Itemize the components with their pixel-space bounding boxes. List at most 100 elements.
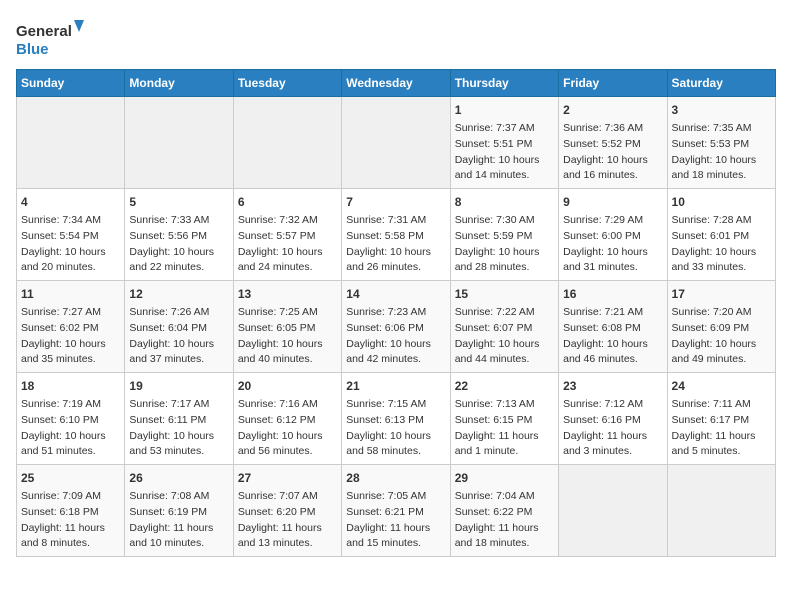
day-info: Sunrise: 7:05 AMSunset: 6:21 PMDaylight:… — [346, 489, 445, 552]
calendar-cell: 7 Sunrise: 7:31 AMSunset: 5:58 PMDaylight… — [342, 189, 450, 281]
calendar-cell: 28 Sunrise: 7:05 AMSunset: 6:21 PMDayligh… — [342, 465, 450, 557]
calendar-cell: 11 Sunrise: 7:27 AMSunset: 6:02 PMDayligh… — [17, 281, 125, 373]
day-number: 18 — [21, 377, 120, 395]
day-number: 28 — [346, 469, 445, 487]
calendar-cell: 15 Sunrise: 7:22 AMSunset: 6:07 PMDayligh… — [450, 281, 558, 373]
day-info: Sunrise: 7:20 AMSunset: 6:09 PMDaylight:… — [672, 305, 771, 368]
day-number: 8 — [455, 193, 554, 211]
day-number: 17 — [672, 285, 771, 303]
calendar-week-row: 1Sunrise: 7:37 AMSunset: 5:51 PMDaylight… — [17, 97, 776, 189]
calendar-week-row: 11 Sunrise: 7:27 AMSunset: 6:02 PMDayligh… — [17, 281, 776, 373]
day-number: 12 — [129, 285, 228, 303]
day-info: Sunrise: 7:15 AMSunset: 6:13 PMDaylight:… — [346, 397, 445, 460]
svg-text:Blue: Blue — [16, 41, 49, 58]
day-info: Sunrise: 7:13 AMSunset: 6:15 PMDaylight:… — [455, 397, 554, 460]
day-info: Sunrise: 7:26 AMSunset: 6:04 PMDaylight:… — [129, 305, 228, 368]
day-info: Sunrise: 7:19 AMSunset: 6:10 PMDaylight:… — [21, 397, 120, 460]
calendar-cell: 9Sunrise: 7:29 AMSunset: 6:00 PMDaylight… — [559, 189, 667, 281]
day-info: Sunrise: 7:37 AMSunset: 5:51 PMDaylight:… — [455, 121, 554, 184]
calendar-cell: 21 Sunrise: 7:15 AMSunset: 6:13 PMDayligh… — [342, 373, 450, 465]
calendar-cell: 25 Sunrise: 7:09 AMSunset: 6:18 PMDayligh… — [17, 465, 125, 557]
day-number: 26 — [129, 469, 228, 487]
day-number: 16 — [563, 285, 662, 303]
day-info: Sunrise: 7:23 AMSunset: 6:06 PMDaylight:… — [346, 305, 445, 368]
day-info: Sunrise: 7:22 AMSunset: 6:07 PMDaylight:… — [455, 305, 554, 368]
day-number: 6 — [238, 193, 337, 211]
svg-text:General: General — [16, 23, 72, 40]
day-info: Sunrise: 7:35 AMSunset: 5:53 PMDaylight:… — [672, 121, 771, 184]
calendar-cell: 19 Sunrise: 7:17 AMSunset: 6:11 PMDayligh… — [125, 373, 233, 465]
day-header-monday: Monday — [125, 70, 233, 97]
day-number: 10 — [672, 193, 771, 211]
calendar-cell: 20 Sunrise: 7:16 AMSunset: 6:12 PMDayligh… — [233, 373, 341, 465]
day-info: Sunrise: 7:36 AMSunset: 5:52 PMDaylight:… — [563, 121, 662, 184]
calendar-cell: 12 Sunrise: 7:26 AMSunset: 6:04 PMDayligh… — [125, 281, 233, 373]
calendar-cell: 22 Sunrise: 7:13 AMSunset: 6:15 PMDayligh… — [450, 373, 558, 465]
day-info: Sunrise: 7:32 AMSunset: 5:57 PMDaylight:… — [238, 213, 337, 276]
calendar-cell: 2 Sunrise: 7:36 AMSunset: 5:52 PMDaylight… — [559, 97, 667, 189]
day-info: Sunrise: 7:27 AMSunset: 6:02 PMDaylight:… — [21, 305, 120, 368]
calendar-week-row: 4Sunrise: 7:34 AMSunset: 5:54 PMDaylight… — [17, 189, 776, 281]
calendar-table: SundayMondayTuesdayWednesdayThursdayFrid… — [16, 69, 776, 557]
day-number: 14 — [346, 285, 445, 303]
day-info: Sunrise: 7:09 AMSunset: 6:18 PMDaylight:… — [21, 489, 120, 552]
calendar-cell — [125, 97, 233, 189]
day-number: 23 — [563, 377, 662, 395]
day-info: Sunrise: 7:25 AMSunset: 6:05 PMDaylight:… — [238, 305, 337, 368]
day-info: Sunrise: 7:33 AMSunset: 5:56 PMDaylight:… — [129, 213, 228, 276]
day-number: 5 — [129, 193, 228, 211]
day-header-thursday: Thursday — [450, 70, 558, 97]
calendar-week-row: 25 Sunrise: 7:09 AMSunset: 6:18 PMDayligh… — [17, 465, 776, 557]
day-header-wednesday: Wednesday — [342, 70, 450, 97]
calendar-cell: 6 Sunrise: 7:32 AMSunset: 5:57 PMDaylight… — [233, 189, 341, 281]
day-info: Sunrise: 7:31 AMSunset: 5:58 PMDaylight:… — [346, 213, 445, 276]
calendar-cell: 29 Sunrise: 7:04 AMSunset: 6:22 PMDayligh… — [450, 465, 558, 557]
calendar-cell — [17, 97, 125, 189]
day-number: 24 — [672, 377, 771, 395]
calendar-cell — [667, 465, 775, 557]
calendar-cell — [233, 97, 341, 189]
day-number: 2 — [563, 101, 662, 119]
calendar-cell: 1Sunrise: 7:37 AMSunset: 5:51 PMDaylight… — [450, 97, 558, 189]
day-number: 25 — [21, 469, 120, 487]
day-info: Sunrise: 7:11 AMSunset: 6:17 PMDaylight:… — [672, 397, 771, 460]
day-info: Sunrise: 7:21 AMSunset: 6:08 PMDaylight:… — [563, 305, 662, 368]
day-info: Sunrise: 7:29 AMSunset: 6:00 PMDaylight:… — [563, 213, 662, 276]
day-number: 27 — [238, 469, 337, 487]
day-info: Sunrise: 7:04 AMSunset: 6:22 PMDaylight:… — [455, 489, 554, 552]
calendar-cell: 16 Sunrise: 7:21 AMSunset: 6:08 PMDayligh… — [559, 281, 667, 373]
calendar-cell — [559, 465, 667, 557]
calendar-cell: 27Sunrise: 7:07 AMSunset: 6:20 PMDayligh… — [233, 465, 341, 557]
calendar-cell: 4Sunrise: 7:34 AMSunset: 5:54 PMDaylight… — [17, 189, 125, 281]
day-info: Sunrise: 7:16 AMSunset: 6:12 PMDaylight:… — [238, 397, 337, 460]
day-number: 22 — [455, 377, 554, 395]
day-header-saturday: Saturday — [667, 70, 775, 97]
calendar-cell: 24 Sunrise: 7:11 AMSunset: 6:17 PMDayligh… — [667, 373, 775, 465]
day-number: 29 — [455, 469, 554, 487]
calendar-cell: 18 Sunrise: 7:19 AMSunset: 6:10 PMDayligh… — [17, 373, 125, 465]
logo: General Blue — [16, 16, 86, 61]
day-header-friday: Friday — [559, 70, 667, 97]
day-number: 11 — [21, 285, 120, 303]
calendar-cell: 17 Sunrise: 7:20 AMSunset: 6:09 PMDayligh… — [667, 281, 775, 373]
calendar-cell: 23 Sunrise: 7:12 AMSunset: 6:16 PMDayligh… — [559, 373, 667, 465]
day-number: 20 — [238, 377, 337, 395]
logo-svg: General Blue — [16, 16, 86, 61]
calendar-cell: 10 Sunrise: 7:28 AMSunset: 6:01 PMDayligh… — [667, 189, 775, 281]
day-info: Sunrise: 7:12 AMSunset: 6:16 PMDaylight:… — [563, 397, 662, 460]
day-header-tuesday: Tuesday — [233, 70, 341, 97]
day-number: 7 — [346, 193, 445, 211]
day-number: 13 — [238, 285, 337, 303]
calendar-cell: 8 Sunrise: 7:30 AMSunset: 5:59 PMDaylight… — [450, 189, 558, 281]
calendar-week-row: 18 Sunrise: 7:19 AMSunset: 6:10 PMDayligh… — [17, 373, 776, 465]
calendar-cell: 13 Sunrise: 7:25 AMSunset: 6:05 PMDayligh… — [233, 281, 341, 373]
calendar-cell: 14 Sunrise: 7:23 AMSunset: 6:06 PMDayligh… — [342, 281, 450, 373]
day-number: 15 — [455, 285, 554, 303]
day-info: Sunrise: 7:17 AMSunset: 6:11 PMDaylight:… — [129, 397, 228, 460]
day-info: Sunrise: 7:08 AMSunset: 6:19 PMDaylight:… — [129, 489, 228, 552]
day-number: 21 — [346, 377, 445, 395]
day-info: Sunrise: 7:30 AMSunset: 5:59 PMDaylight:… — [455, 213, 554, 276]
day-info: Sunrise: 7:34 AMSunset: 5:54 PMDaylight:… — [21, 213, 120, 276]
day-number: 19 — [129, 377, 228, 395]
day-info: Sunrise: 7:28 AMSunset: 6:01 PMDaylight:… — [672, 213, 771, 276]
